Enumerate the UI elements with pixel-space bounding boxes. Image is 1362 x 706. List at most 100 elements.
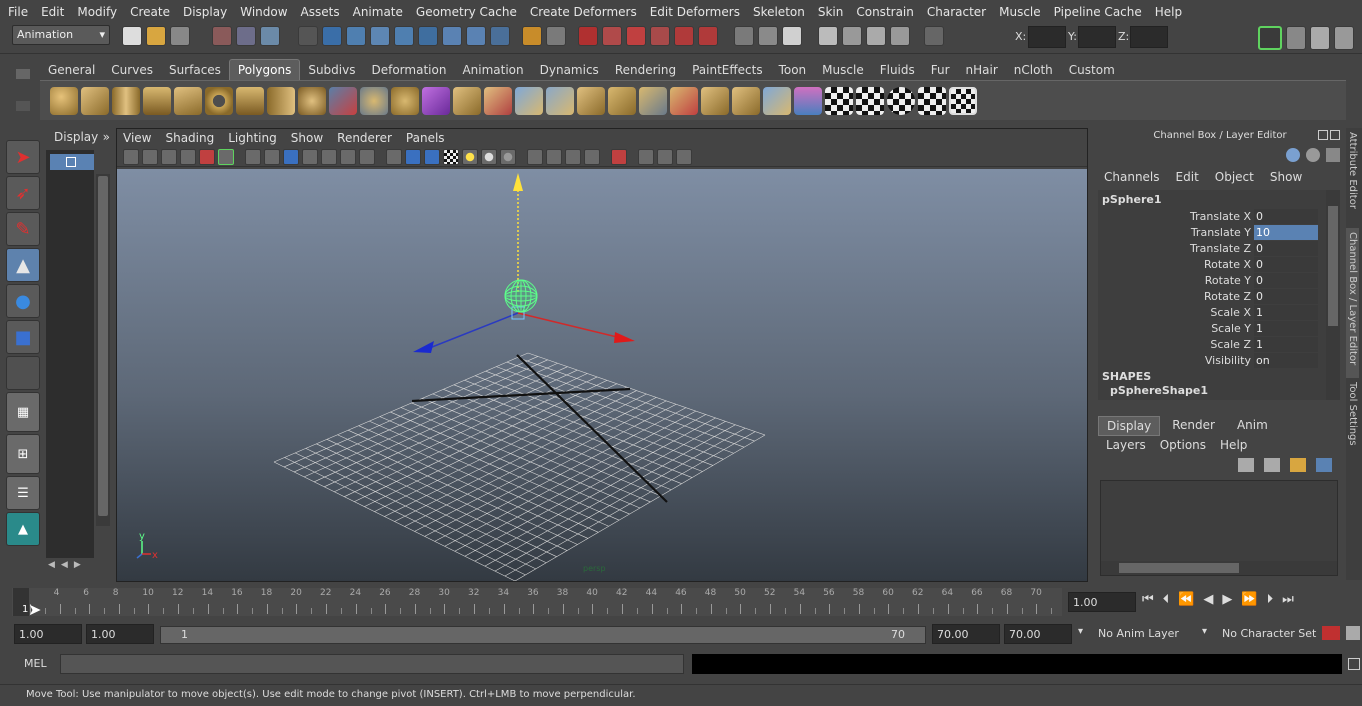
- isolate-icon[interactable]: [386, 148, 402, 165]
- 3d-viewport[interactable]: y x persp: [117, 169, 1087, 582]
- tool-settings-toggle-icon[interactable]: [1310, 26, 1330, 50]
- shelf-tab-polygons[interactable]: Polygons: [228, 59, 301, 80]
- channels-menu[interactable]: Channels: [1104, 170, 1160, 184]
- grid-icon[interactable]: [199, 148, 215, 165]
- range-slider[interactable]: 1 70: [160, 626, 926, 644]
- magnet-icon[interactable]: [698, 26, 718, 46]
- xray-icon[interactable]: [405, 148, 421, 165]
- hyper-icon[interactable]: [1326, 148, 1340, 162]
- attr-value[interactable]: 0: [1254, 272, 1318, 288]
- menu-skin[interactable]: Skin: [818, 5, 844, 19]
- outliner-item[interactable]: [50, 154, 94, 170]
- go-to-end-icon[interactable]: ⏭: [1282, 592, 1294, 607]
- sphere-wireframe[interactable]: [504, 279, 538, 313]
- char-set-chevron-icon[interactable]: ▾: [1202, 626, 1207, 637]
- mask-icon[interactable]: [298, 26, 318, 46]
- menu-set-dropdown[interactable]: Animation ▾: [12, 25, 110, 45]
- make-live-icon[interactable]: [674, 26, 694, 46]
- input-line-mode-icon[interactable]: [924, 26, 944, 46]
- poly-prism-icon[interactable]: [236, 86, 264, 115]
- layer-tab-display[interactable]: Display: [1098, 416, 1161, 436]
- scale-tool-icon[interactable]: ■: [6, 320, 40, 354]
- light-all-icon[interactable]: [462, 148, 478, 165]
- bridge-icon[interactable]: [546, 86, 574, 115]
- ipr-render-icon[interactable]: [842, 26, 862, 46]
- play-backward-icon[interactable]: ◀: [1203, 592, 1213, 607]
- menu-geometry-cache[interactable]: Geometry Cache: [416, 5, 517, 19]
- playback-end-field[interactable]: 70.00: [932, 624, 1000, 644]
- new-scene-icon[interactable]: [122, 26, 142, 46]
- antialias-icon[interactable]: [584, 148, 600, 165]
- poly-platonic-icon[interactable]: [298, 86, 326, 115]
- ssao-icon[interactable]: [546, 148, 562, 165]
- history-icon[interactable]: [734, 26, 754, 46]
- snap-grid-icon[interactable]: [578, 26, 598, 46]
- paint-select-tool-icon[interactable]: ✎: [6, 212, 40, 246]
- shelf-tab-surfaces[interactable]: Surfaces: [161, 60, 229, 80]
- attr-name[interactable]: Scale X: [1098, 306, 1254, 319]
- outliner-scrollbar[interactable]: [96, 174, 110, 526]
- shelf-tab-fur[interactable]: Fur: [923, 60, 958, 80]
- attr-name[interactable]: Translate X: [1098, 210, 1254, 223]
- pick-deformations-icon[interactable]: [418, 26, 438, 46]
- attr-name[interactable]: Rotate X: [1098, 258, 1254, 271]
- layout-single-icon[interactable]: ▦: [6, 392, 40, 432]
- attr-name[interactable]: Rotate Y: [1098, 274, 1254, 287]
- channel-box-tab[interactable]: Channel Box / Layer Editor: [1346, 228, 1359, 378]
- attr-value[interactable]: 1: [1254, 320, 1318, 336]
- bookmark-icon[interactable]: [161, 148, 177, 165]
- insert-edge-loop-icon[interactable]: [639, 86, 667, 115]
- attr-value[interactable]: on: [1254, 352, 1318, 368]
- command-input[interactable]: [60, 654, 684, 674]
- anim-end-field[interactable]: 70.00: [1004, 624, 1072, 644]
- menu-edit-deformers[interactable]: Edit Deformers: [650, 5, 740, 19]
- anim-layer-chevron-icon[interactable]: ▾: [1078, 626, 1083, 637]
- rotate-tool-icon[interactable]: ●: [6, 284, 40, 318]
- auto-key-icon[interactable]: [1322, 626, 1340, 640]
- move-tool-icon[interactable]: ▲: [6, 248, 40, 282]
- layer-tab-anim[interactable]: Anim: [1227, 416, 1278, 436]
- shelf-tab-curves[interactable]: Curves: [103, 60, 161, 80]
- xray-joints-icon[interactable]: [424, 148, 440, 165]
- time-slider[interactable]: 2468101214161820222426283032343638404244…: [0, 584, 1362, 620]
- camera-select-icon[interactable]: [123, 148, 139, 165]
- anim-layer-dropdown[interactable]: No Anim Layer: [1098, 627, 1179, 640]
- y-axis-arrow-icon[interactable]: [513, 173, 523, 191]
- go-to-start-icon[interactable]: ⏮: [1142, 592, 1154, 607]
- scroll-left-icon[interactable]: ◀: [48, 560, 55, 570]
- attr-value[interactable]: 0: [1254, 208, 1318, 224]
- menu-pipeline-cache[interactable]: Pipeline Cache: [1054, 5, 1142, 19]
- attribute-editor-tab[interactable]: Attribute Editor: [1346, 128, 1359, 228]
- help-menu[interactable]: Help: [1220, 438, 1247, 452]
- viewport-menu-view[interactable]: View: [123, 131, 151, 145]
- shelf-tab-custom[interactable]: Custom: [1061, 60, 1123, 80]
- layout-four-icon[interactable]: ⊞: [6, 434, 40, 474]
- planar-mapping-icon[interactable]: [794, 86, 822, 115]
- attr-name[interactable]: Rotate Z: [1098, 290, 1254, 303]
- attr-value[interactable]: 0: [1254, 240, 1318, 256]
- poly-cube-icon[interactable]: [81, 86, 109, 115]
- automatic-mapping-icon[interactable]: [887, 86, 915, 115]
- pick-rendering-icon[interactable]: [466, 26, 486, 46]
- channel-scrollbar[interactable]: [1326, 190, 1340, 400]
- shelf-tab-animation[interactable]: Animation: [454, 60, 531, 80]
- poly-torus-icon[interactable]: [205, 86, 233, 115]
- step-forward-frame-icon[interactable]: ⏵: [1267, 592, 1274, 607]
- motion-blur-icon[interactable]: [565, 148, 581, 165]
- new-layer-icon[interactable]: [1290, 458, 1306, 472]
- close-panel-icon[interactable]: [1330, 130, 1340, 140]
- wedge-icon[interactable]: [763, 86, 791, 115]
- current-time-field[interactable]: 1.00: [1068, 592, 1136, 612]
- character-set-dropdown[interactable]: No Character Set: [1222, 627, 1316, 640]
- combine-icon[interactable]: [329, 86, 357, 115]
- shelf-tab-fluids[interactable]: Fluids: [872, 60, 923, 80]
- edit-menu[interactable]: Edit: [1176, 170, 1199, 184]
- viewport-menu-panels[interactable]: Panels: [406, 131, 445, 145]
- pick-dynamics-icon[interactable]: [442, 26, 462, 46]
- open-scene-icon[interactable]: [146, 26, 166, 46]
- shelf-tab-rendering[interactable]: Rendering: [607, 60, 684, 80]
- script-editor-icon[interactable]: [1348, 658, 1360, 670]
- attr-value[interactable]: 10: [1254, 224, 1318, 240]
- default-material-icon[interactable]: [443, 148, 459, 165]
- shape-name[interactable]: pSphereShape1: [1098, 384, 1328, 400]
